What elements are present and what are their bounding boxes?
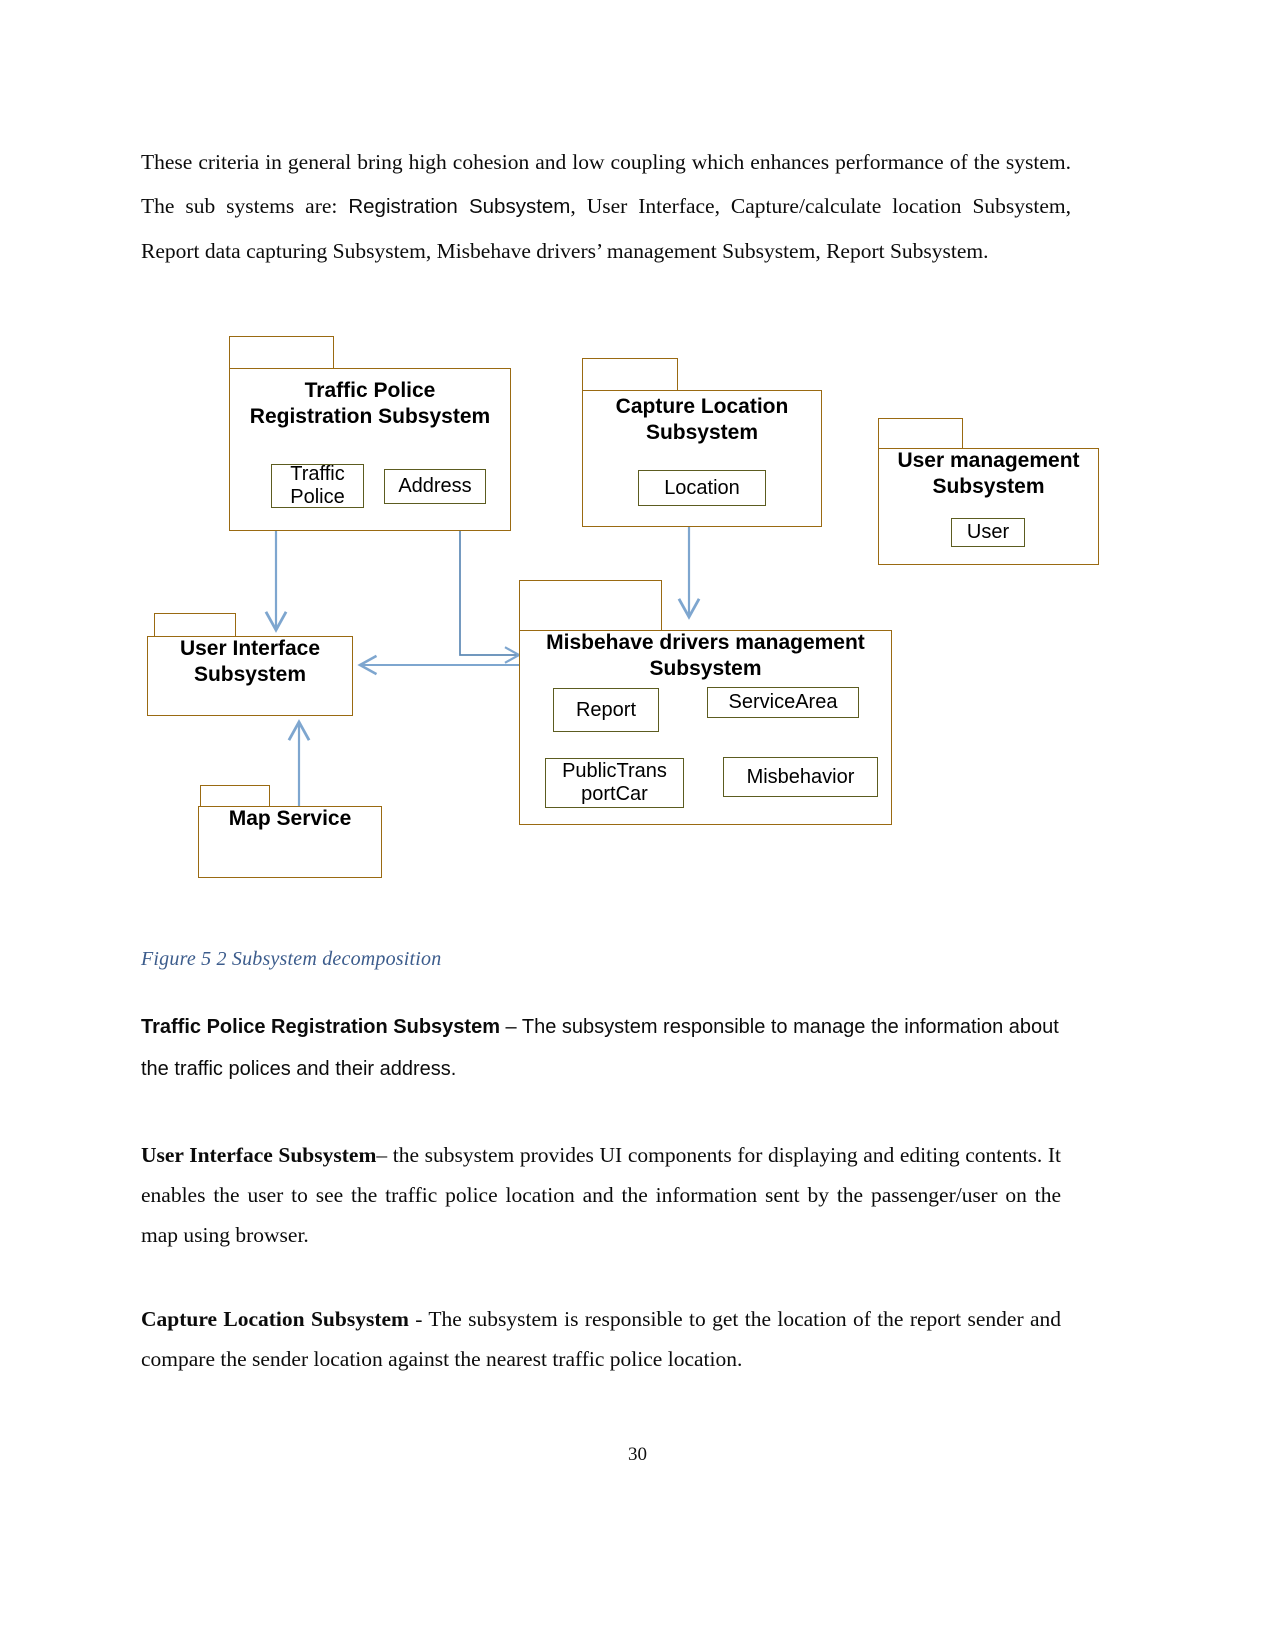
intro-paragraph: These criteria in general bring high coh… (141, 140, 1071, 273)
class-misbehavior: Misbehavior (723, 757, 878, 797)
figure-caption: Figure 5 2 Subsystem decomposition (141, 948, 442, 970)
paragraph-user-interface: User Interface Subsystem– the subsystem … (141, 1135, 1061, 1255)
document-page: These criteria in general bring high coh… (0, 0, 1275, 1651)
package-title: Capture Location Subsystem (582, 394, 822, 446)
class-user: User (951, 518, 1025, 547)
class-label-line1: Traffic (290, 463, 345, 485)
class-label-line1: PublicTrans (562, 760, 667, 782)
class-traffic-police: Traffic Police (271, 463, 364, 508)
class-report: Report (553, 688, 659, 732)
class-label: Misbehavior (746, 765, 855, 788)
package-title: Map Service (198, 806, 382, 832)
intro-text-emphasis: Registration Subsystem (348, 195, 571, 218)
paragraph-heading: Traffic Police Registration Subsystem (141, 1016, 500, 1038)
package-tab (200, 785, 270, 806)
package-title: Misbehave drivers management Subsystem (519, 630, 892, 682)
paragraph-heading: Capture Location Subsystem (141, 1307, 409, 1331)
package-title-line1: Capture Location (615, 395, 789, 418)
class-label-line2: Police (290, 486, 345, 508)
package-title-line2: Registration Subsystem (249, 405, 491, 428)
paragraph-heading: User Interface Subsystem (141, 1143, 377, 1167)
package-title-line1: User Interface (179, 637, 321, 660)
class-service-area: ServiceArea (707, 687, 859, 718)
package-title: Traffic Police Registration Subsystem (229, 378, 511, 430)
package-tab (154, 613, 236, 636)
package-title-line2: Subsystem (932, 475, 1045, 498)
package-body (878, 448, 1099, 565)
class-public-transport-car: PublicTrans portCar (545, 758, 684, 808)
class-label: Address (398, 475, 472, 497)
package-title-line1: Misbehave drivers management (546, 631, 865, 654)
package-title-line2: Subsystem (193, 663, 307, 686)
association-report-servicearea (658, 700, 708, 716)
package-title-line2: Subsystem (645, 421, 759, 444)
paragraph-capture-location: Capture Location Subsystem - The subsyst… (141, 1299, 1061, 1379)
class-label: User (966, 521, 1010, 543)
package-tab (519, 580, 662, 630)
class-address: Address (384, 469, 486, 504)
package-body (519, 630, 892, 825)
package-title-line1: Map Service (228, 807, 352, 830)
arrow-registration-to-misbehave (459, 531, 522, 664)
package-title: User Interface Subsystem (147, 636, 353, 688)
association-report-misbehavior (658, 729, 763, 788)
association-report-publictransportcar (600, 730, 616, 761)
class-label: ServiceArea (728, 691, 838, 713)
class-label: Location (664, 476, 740, 499)
class-label: Report (575, 698, 637, 721)
paragraph-traffic-police-registration: Traffic Police Registration Subsystem – … (141, 1006, 1061, 1090)
package-body (147, 636, 353, 716)
package-title-line2: Subsystem (649, 657, 762, 680)
package-tab (582, 358, 678, 390)
package-body (198, 806, 382, 878)
package-tab (878, 418, 963, 448)
package-title-line1: User management (897, 449, 1080, 472)
package-title-line1: Traffic Police (304, 379, 436, 402)
package-tab (229, 336, 334, 368)
package-title: User management Subsystem (878, 448, 1099, 500)
package-body (582, 390, 822, 527)
class-location: Location (638, 470, 766, 506)
class-label-line2: portCar (581, 783, 648, 805)
page-number: 30 (628, 1444, 647, 1465)
package-body (229, 368, 511, 531)
